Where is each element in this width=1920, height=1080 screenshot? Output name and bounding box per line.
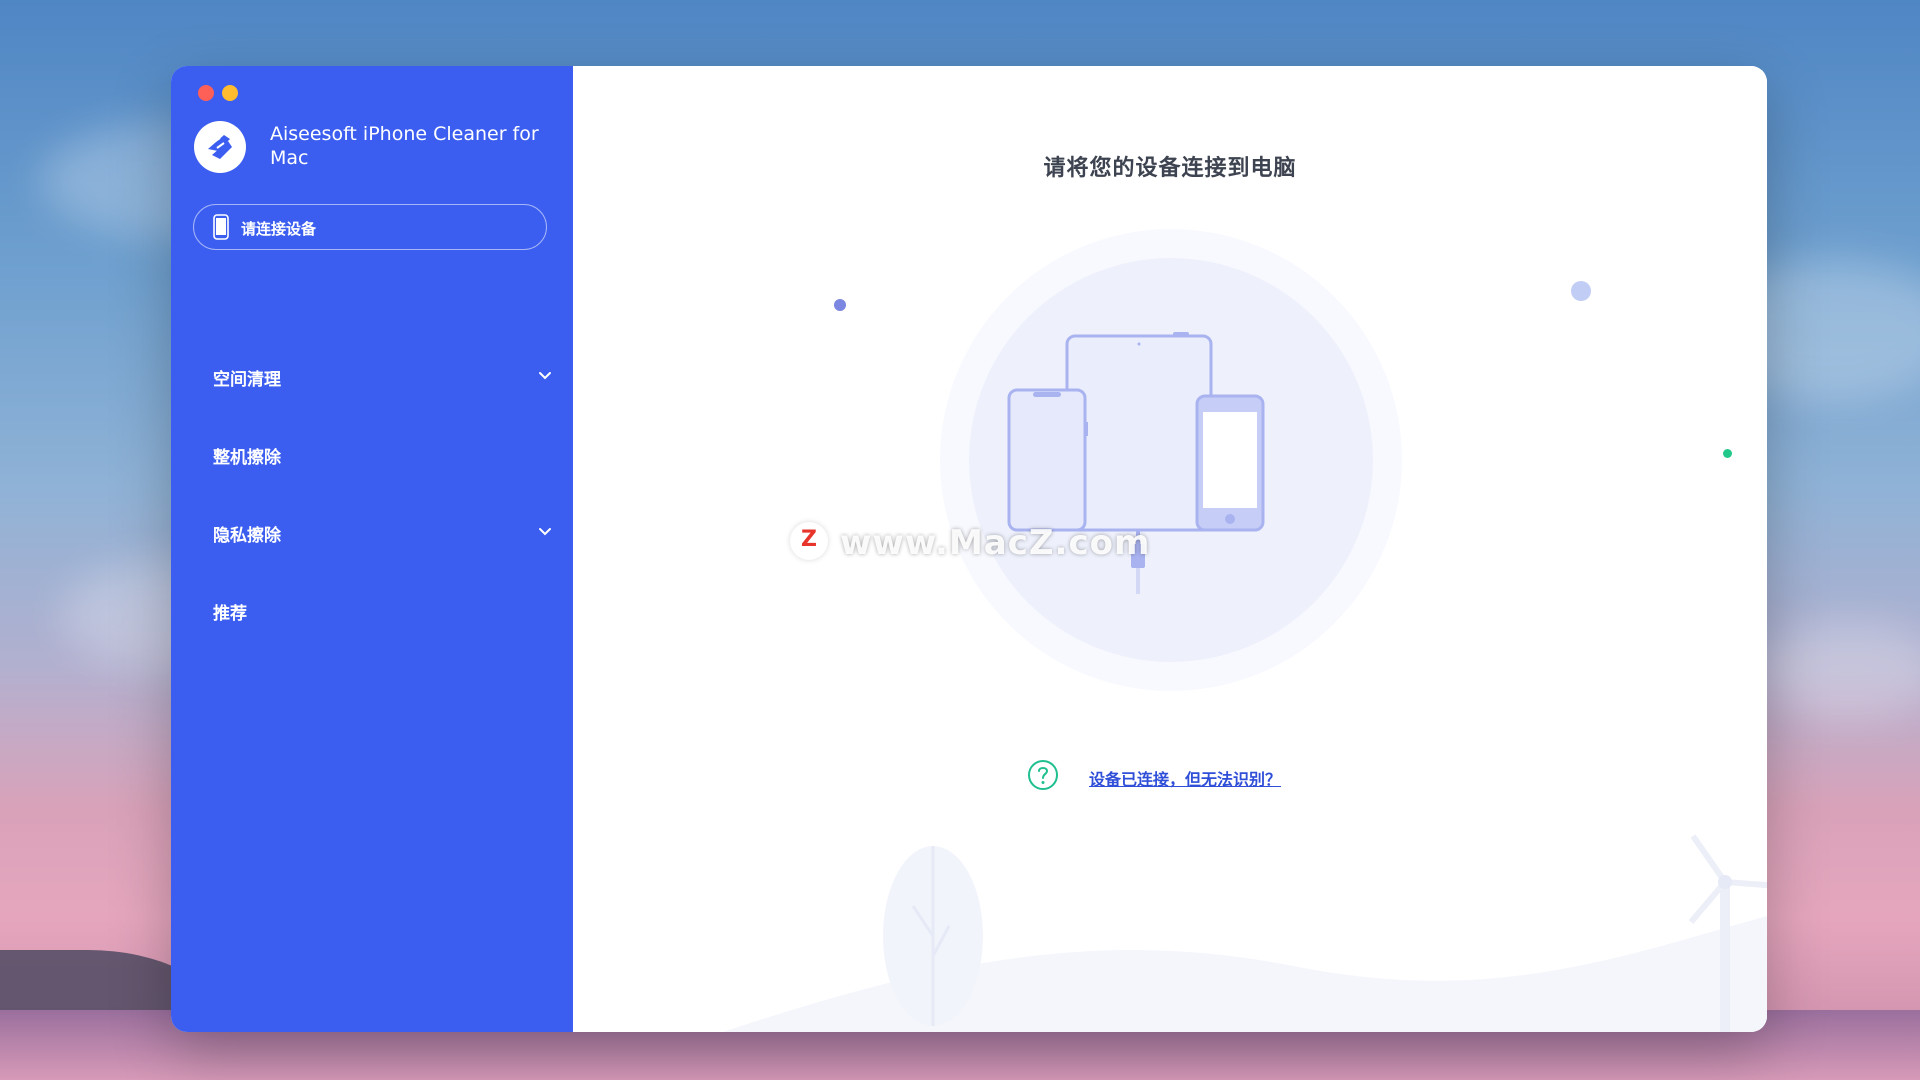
sidebar: Aiseesoft iPhone Cleaner for Mac 请连接设备 空… <box>171 66 573 1032</box>
main-panel: 请将您的设备连接到电脑 设备已连接，但无法识别？ <box>573 66 1767 1032</box>
phone-icon <box>213 214 229 240</box>
sidebar-item-label: 空间清理 <box>213 370 281 390</box>
sidebar-item-label: 隐私擦除 <box>213 526 281 546</box>
decor-dot <box>834 299 846 311</box>
app-title: Aiseesoft iPhone Cleaner for Mac <box>270 123 539 169</box>
question-circle-icon[interactable] <box>1027 759 1059 791</box>
sidebar-item-recommend[interactable]: 推荐 <box>171 585 573 635</box>
decor-dot <box>1723 449 1732 458</box>
landscape-decoration <box>723 834 1767 1032</box>
page-title: 请将您的设备连接到电脑 <box>1043 156 1297 181</box>
chevron-down-icon[interactable] <box>538 525 552 539</box>
sidebar-item-label: 推荐 <box>213 604 247 624</box>
decor-dot <box>1571 281 1591 301</box>
sidebar-item-label: 整机擦除 <box>213 448 281 468</box>
minimize-window-button[interactable] <box>222 85 238 101</box>
sidebar-item-privacy-erase[interactable]: 隐私擦除 <box>171 507 573 557</box>
connect-device-button[interactable]: 请连接设备 <box>193 204 547 250</box>
sidebar-item-space-clean[interactable]: 空间清理 <box>171 351 573 401</box>
cloud <box>1760 620 1920 720</box>
app-logo-icon <box>194 121 246 173</box>
connect-device-label: 请连接设备 <box>241 220 317 238</box>
close-window-button[interactable] <box>198 85 214 101</box>
chevron-down-icon[interactable] <box>538 369 552 383</box>
watermark-text: www.MacZ.com <box>840 523 1151 563</box>
watermark-logo-icon: Z <box>790 522 828 560</box>
device-not-recognized-link[interactable]: 设备已连接，但无法识别？ <box>1089 766 1281 790</box>
devices-illustration-icon <box>1007 332 1265 594</box>
watermark-badge-text: Z <box>801 527 817 552</box>
sidebar-item-erase-all[interactable]: 整机擦除 <box>171 429 573 479</box>
